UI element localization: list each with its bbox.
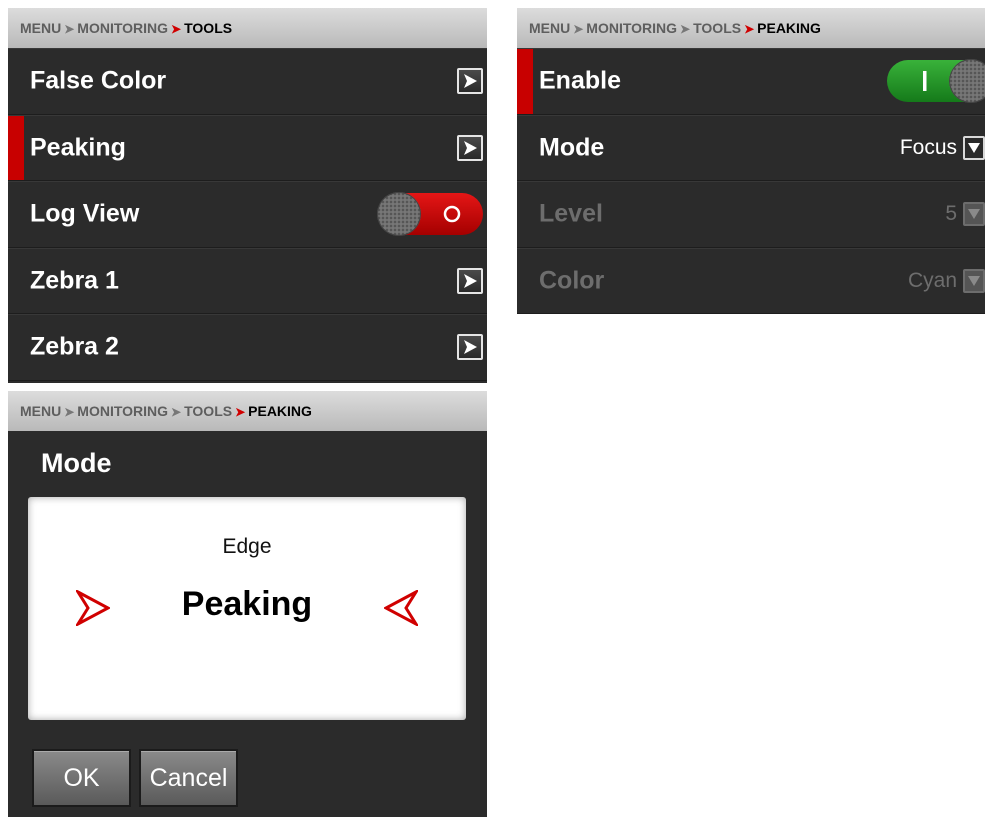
setting-value: 5: [945, 202, 957, 226]
setting-value: Cyan: [907, 268, 957, 292]
mode-picker[interactable]: Edge Peaking: [28, 497, 466, 720]
picker-left-arrow-icon: [384, 590, 418, 626]
chevron-right-icon[interactable]: [457, 134, 483, 161]
breadcrumb-separator-icon: ➤: [64, 405, 75, 419]
breadcrumb: MENU ➤ MONITORING ➤ TOOLS ➤ PEAKING: [517, 8, 985, 48]
menu-item-label: False Color: [30, 66, 167, 95]
mode-select[interactable]: Focus: [899, 135, 985, 160]
level-select: 5: [945, 202, 985, 227]
ok-button[interactable]: OK: [32, 749, 131, 807]
on-bar-icon: [923, 71, 927, 92]
chevron-down-icon[interactable]: [963, 135, 985, 160]
chevron-right-icon[interactable]: [457, 334, 483, 361]
breadcrumb-menu[interactable]: MENU: [20, 20, 61, 36]
toggle-knob: [949, 59, 985, 104]
breadcrumb-monitoring[interactable]: MONITORING: [586, 20, 677, 36]
breadcrumb-tools[interactable]: TOOLS: [184, 403, 232, 419]
off-circle-icon: [443, 206, 461, 223]
breadcrumb-separator-icon: ➤: [235, 405, 246, 419]
menu-item-peaking[interactable]: Peaking: [8, 114, 487, 181]
menu-item-label: Log View: [30, 199, 140, 228]
setting-label: Mode: [539, 133, 605, 162]
cancel-button[interactable]: Cancel: [139, 749, 238, 807]
color-select: Cyan: [907, 268, 985, 293]
setting-label: Enable: [539, 66, 621, 95]
mode-dialog: MENU ➤ MONITORING ➤ TOOLS ➤ PEAKING Mode Edge …: [8, 391, 487, 817]
picker-option-previous[interactable]: Edge: [28, 535, 466, 559]
breadcrumb: MENU ➤ MONITORING ➤ TOOLS ➤ PEAKING: [8, 391, 487, 431]
dialog-title: Mode: [41, 448, 112, 478]
setting-mode[interactable]: Mode Focus: [517, 114, 985, 181]
chevron-down-icon: [963, 202, 985, 227]
breadcrumb: MENU ➤ MONITORING ➤ TOOLS: [8, 8, 487, 48]
breadcrumb-separator-icon: ➤: [171, 22, 182, 36]
breadcrumb-tools: TOOLS: [184, 20, 233, 36]
breadcrumb-separator-icon: ➤: [680, 22, 691, 36]
setting-level: Level 5: [517, 181, 985, 248]
tools-panel: MENU ➤ MONITORING ➤ TOOLS False Color Peakin…: [8, 8, 487, 383]
breadcrumb-monitoring[interactable]: MONITORING: [77, 403, 168, 419]
setting-enable[interactable]: Enable: [517, 48, 985, 115]
chevron-right-icon[interactable]: [457, 267, 483, 294]
enable-toggle[interactable]: [887, 59, 985, 104]
menu-item-zebra-2[interactable]: Zebra 2: [8, 314, 487, 381]
menu-item-label: Zebra 2: [30, 332, 119, 361]
menu-item-log-view[interactable]: Log View: [8, 181, 487, 248]
menu-item-false-color[interactable]: False Color: [8, 48, 487, 115]
breadcrumb-separator-icon: ➤: [171, 405, 182, 419]
menu-item-zebra-1[interactable]: Zebra 1: [8, 247, 487, 314]
breadcrumb-tools[interactable]: TOOLS: [693, 20, 741, 36]
breadcrumb-separator-icon: ➤: [573, 22, 584, 36]
breadcrumb-menu[interactable]: MENU: [529, 20, 570, 36]
breadcrumb-separator-icon: ➤: [64, 22, 75, 36]
breadcrumb-separator-icon: ➤: [744, 22, 755, 36]
chevron-down-icon: [963, 268, 985, 293]
setting-label: Level: [539, 199, 603, 228]
setting-value: Focus: [899, 135, 957, 159]
menu-item-label: Zebra 1: [30, 266, 119, 295]
chevron-right-icon[interactable]: [457, 68, 483, 95]
setting-label: Color: [539, 266, 605, 295]
menu-item-label: Peaking: [30, 133, 126, 162]
breadcrumb-peaking: PEAKING: [248, 403, 312, 419]
breadcrumb-menu[interactable]: MENU: [20, 403, 61, 419]
peaking-panel: MENU ➤ MONITORING ➤ TOOLS ➤ PEAKING Enable Mod…: [517, 8, 985, 314]
setting-color: Color Cyan: [517, 247, 985, 314]
toggle-knob: [377, 192, 421, 237]
breadcrumb-peaking: PEAKING: [757, 20, 821, 36]
picker-right-arrow-icon: [76, 590, 110, 626]
log-view-toggle[interactable]: [377, 192, 483, 237]
breadcrumb-monitoring[interactable]: MONITORING: [77, 20, 168, 36]
